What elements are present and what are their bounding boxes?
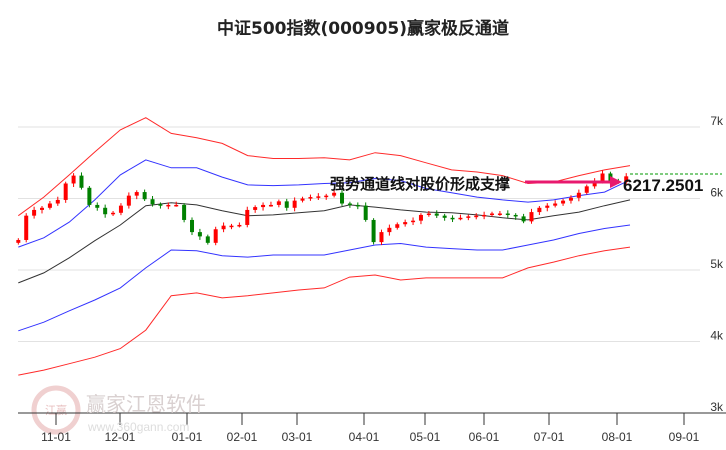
- candle-body: [529, 212, 534, 222]
- candle-body: [332, 192, 337, 196]
- last-price-label: 6217.2501: [623, 176, 703, 195]
- candle-body: [253, 207, 258, 210]
- candle-body: [442, 215, 447, 218]
- candle-body: [134, 192, 139, 196]
- x-tick-label: 08-01: [602, 430, 633, 444]
- candle-body: [324, 195, 329, 198]
- y-tick-label: 7k: [710, 114, 724, 128]
- candle-body: [261, 204, 266, 208]
- candle-body: [600, 173, 605, 181]
- band-line-lower-red: [18, 246, 631, 376]
- candle-body: [103, 207, 108, 215]
- x-tick-label: 07-01: [534, 430, 565, 444]
- watermark-url: www.360gann.com: [88, 420, 190, 434]
- candle-body: [521, 216, 526, 222]
- x-tick-label: 11-01: [41, 430, 71, 444]
- candle-body: [47, 203, 52, 208]
- candle-body: [553, 203, 558, 206]
- candle-body: [118, 205, 123, 213]
- candle-body: [434, 213, 439, 216]
- x-tick-label: 05-01: [410, 430, 441, 444]
- candle-body: [347, 203, 352, 206]
- candle-body: [166, 204, 171, 207]
- candle-body: [284, 201, 289, 208]
- candle-body: [584, 186, 589, 193]
- candle-body: [387, 227, 392, 233]
- candle-body: [466, 216, 471, 218]
- candle-body: [40, 207, 45, 210]
- candle-body: [87, 187, 92, 205]
- candle-body: [55, 199, 60, 204]
- candle-body: [490, 213, 495, 216]
- x-tick-label: 03-01: [282, 430, 313, 444]
- candle-body: [371, 219, 376, 243]
- band-line-lower-blue: [18, 224, 631, 332]
- candle-body: [450, 217, 455, 220]
- candle-body: [379, 232, 384, 243]
- candle-body: [292, 200, 297, 208]
- candle-body: [158, 204, 163, 206]
- candle-body: [537, 207, 542, 213]
- candle-body: [308, 197, 313, 199]
- candle-body: [174, 204, 179, 207]
- candle-body: [142, 192, 147, 200]
- candle-body: [268, 204, 273, 207]
- candle-body: [213, 229, 218, 243]
- candle-body: [568, 197, 573, 201]
- candle-body: [300, 198, 305, 201]
- candle-body: [111, 212, 116, 215]
- y-tick-label: 6k: [710, 186, 724, 200]
- candle-body: [426, 213, 431, 216]
- candle-body: [545, 205, 550, 208]
- candle-body: [245, 209, 250, 225]
- candle-body: [95, 204, 100, 208]
- candle-body: [190, 219, 195, 233]
- x-tick-label: 02-01: [227, 430, 258, 444]
- candle-body: [411, 220, 416, 223]
- candle-body: [513, 214, 518, 217]
- annotation-text: 强势通道线对股价形成支撑: [330, 175, 510, 193]
- candle-body: [71, 175, 76, 184]
- candle-body: [63, 183, 68, 200]
- candle-body: [126, 195, 131, 206]
- candle-body: [395, 224, 400, 228]
- candle-body: [363, 205, 368, 220]
- candle-body: [497, 213, 502, 216]
- candle-body: [276, 201, 281, 205]
- candle-body: [576, 192, 581, 198]
- candle-body: [482, 214, 487, 217]
- candle-body: [340, 192, 345, 204]
- candle-body: [229, 225, 234, 228]
- band-line-upper-blue: [18, 159, 631, 248]
- candle-body: [221, 225, 226, 230]
- x-tick-label: 06-01: [469, 430, 500, 444]
- candle-body: [355, 204, 360, 207]
- chart-area: 江赢 3k4k5k6k7k11-01 12-01 01-01 02-01 03-01 04-…: [16, 114, 726, 444]
- candle-body: [16, 239, 21, 243]
- candle-body: [418, 214, 423, 221]
- y-tick-label: 5k: [710, 257, 724, 271]
- candle-body: [505, 213, 510, 216]
- candle-body: [316, 196, 321, 198]
- y-tick-label: 3k: [710, 400, 724, 414]
- candle-body: [458, 217, 463, 220]
- candle-body: [237, 224, 242, 227]
- candle-body: [205, 236, 210, 243]
- candle-body: [24, 215, 29, 240]
- candle-body: [150, 199, 155, 205]
- candle-body: [474, 215, 479, 218]
- candle-body: [561, 200, 566, 204]
- candle-body: [403, 222, 408, 225]
- candle-body: [182, 204, 187, 220]
- y-tick-label: 4k: [710, 329, 724, 343]
- x-tick-label: 09-01: [669, 430, 700, 444]
- candle-body: [32, 209, 37, 216]
- x-tick-label: 04-01: [349, 430, 380, 444]
- candle-body: [79, 175, 84, 188]
- watermark-name: 赢家江恩软件: [86, 392, 206, 416]
- candle-body: [197, 232, 202, 237]
